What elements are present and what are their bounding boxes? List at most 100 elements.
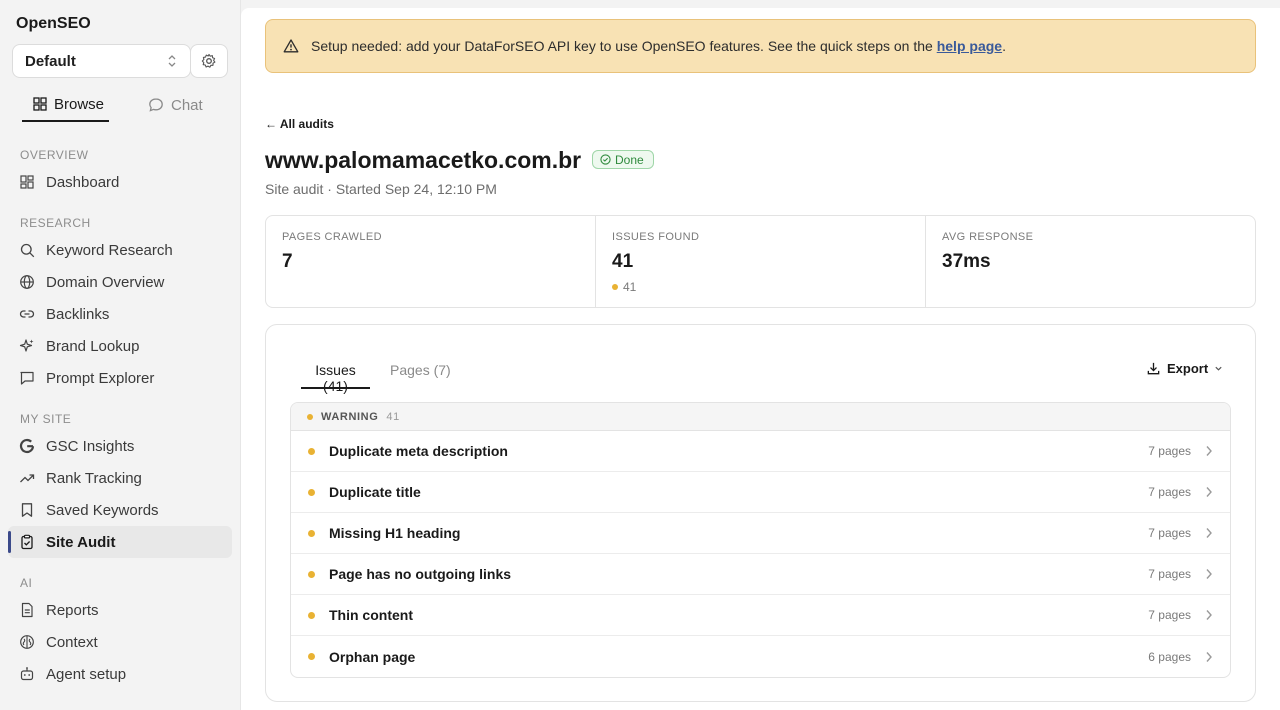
chat-bubble-icon (149, 98, 163, 112)
link-icon (19, 306, 35, 322)
chevron-right-icon (1206, 487, 1212, 497)
tab-browse-label: Browse (54, 95, 105, 113)
stat-value: 41 (612, 251, 634, 272)
sidebar-item-label: Dashboard (46, 173, 120, 191)
sidebar-item-label: Site Audit (46, 533, 116, 551)
sidebar-item-site-audit[interactable]: Site Audit (8, 526, 232, 558)
sidebar-item-rank-tracking[interactable]: Rank Tracking (8, 462, 232, 494)
sidebar-item-label: Backlinks (46, 305, 110, 323)
chevron-right-icon (1206, 610, 1212, 620)
main-content: Setup needed: add your DataForSEO API ke… (241, 8, 1280, 710)
status-badge: Done (592, 150, 654, 169)
tab-chat[interactable]: Chat (148, 88, 203, 122)
tab-chat-label: Chat (171, 96, 203, 114)
warning-count: 41 (623, 280, 637, 294)
sidebar-item-label: Domain Overview (46, 273, 165, 291)
bot-icon (19, 666, 35, 682)
grid-icon (33, 97, 47, 111)
issue-row[interactable]: Orphan page 6 pages (291, 636, 1230, 677)
back-to-all-audits-link[interactable]: ← All audits (265, 117, 334, 131)
issue-pages: 6 pages (1148, 649, 1191, 664)
warning-dot-icon (308, 447, 315, 455)
banner-text: Setup needed: add your DataForSEO API ke… (311, 38, 937, 54)
sidebar: OpenSEO Default Browse Chat OVERVIEW Das… (0, 0, 241, 710)
warning-dot-icon (308, 488, 315, 496)
issue-title: Missing H1 heading (329, 525, 461, 541)
export-label: Export (1167, 361, 1209, 376)
chevron-updown-icon (168, 55, 176, 67)
sidebar-item-backlinks[interactable]: Backlinks (8, 298, 232, 330)
download-icon (1147, 362, 1160, 375)
group-label: WARNING (321, 410, 379, 423)
sidebar-item-keyword-research[interactable]: Keyword Research (8, 234, 232, 266)
check-circle-icon (600, 154, 611, 165)
sidebar-item-agent-setup[interactable]: Agent setup (8, 658, 232, 690)
sidebar-item-domain-overview[interactable]: Domain Overview (8, 266, 232, 298)
stat-breakdown: 41 (612, 280, 909, 294)
section-overview: OVERVIEW (20, 148, 89, 162)
section-ai: AI (20, 576, 33, 590)
issue-row[interactable]: Missing H1 heading 7 pages (291, 513, 1230, 554)
issues-panel: Issues (41) Pages (7) Export WARNING 41 … (265, 324, 1256, 702)
brain-icon (19, 634, 35, 650)
sidebar-item-gsc-insights[interactable]: GSC Insights (8, 430, 232, 462)
stat-value: 7 (282, 251, 293, 272)
stat-label: AVG RESPONSE (942, 231, 1034, 243)
tab-issues[interactable]: Issues (41) (301, 361, 370, 394)
issue-group-header: WARNING 41 (291, 403, 1230, 431)
chevron-down-icon (1215, 366, 1222, 371)
issue-title: Thin content (329, 607, 413, 623)
warning-dot-icon (308, 611, 315, 619)
issue-pages: 7 pages (1148, 608, 1191, 622)
sidebar-item-context[interactable]: Context (8, 626, 232, 658)
sidebar-item-prompt-explorer[interactable]: Prompt Explorer (8, 362, 232, 394)
dashboard-icon (19, 174, 35, 190)
banner-suffix: . (1002, 38, 1006, 54)
sidebar-item-saved-keywords[interactable]: Saved Keywords (8, 494, 232, 526)
issue-title: Duplicate title (329, 484, 421, 500)
sparkles-icon (19, 338, 35, 354)
tab-browse[interactable]: Browse (22, 88, 109, 122)
sidebar-item-label: Prompt Explorer (46, 369, 155, 387)
export-button[interactable]: Export (1146, 361, 1223, 376)
project-select[interactable]: Default (12, 44, 191, 78)
issue-title: Orphan page (329, 648, 416, 665)
stat-issues-found: ISSUES FOUND 41 41 (596, 216, 926, 307)
globe-icon (19, 274, 35, 290)
message-square-icon (19, 370, 35, 386)
sidebar-item-dashboard[interactable]: Dashboard (8, 166, 232, 198)
group-count: 41 (386, 410, 400, 423)
warning-triangle-icon (283, 39, 299, 53)
stat-label: PAGES CRAWLED (282, 231, 382, 243)
sidebar-item-label: Rank Tracking (46, 469, 142, 487)
stat-avg-response: AVG RESPONSE 37ms (926, 216, 1255, 307)
section-my-site: MY SITE (20, 412, 72, 426)
page-title: www.palomamacetko.com.br (265, 147, 582, 173)
sidebar-item-reports[interactable]: Reports (8, 594, 232, 626)
file-text-icon (19, 602, 35, 618)
chevron-right-icon (1206, 528, 1212, 538)
sidebar-item-label: GSC Insights (46, 437, 135, 455)
issue-row[interactable]: Thin content 7 pages (291, 595, 1230, 636)
sidebar-tabs: Browse Chat (22, 88, 212, 122)
audit-subtitle: Site audit · Started Sep 24, 12:10 PM (265, 181, 497, 197)
sidebar-item-label: Keyword Research (46, 241, 173, 259)
tab-pages[interactable]: Pages (7) (390, 361, 451, 389)
issue-title: Page has no outgoing links (329, 566, 512, 582)
stat-value: 37ms (942, 251, 991, 272)
chevron-right-icon (1206, 569, 1212, 579)
help-page-link[interactable]: help page (937, 38, 1002, 54)
clipboard-check-icon (19, 534, 35, 550)
settings-button[interactable] (190, 44, 228, 78)
banner-message: Setup needed: add your DataForSEO API ke… (311, 38, 1006, 54)
issue-row[interactable]: Duplicate title 7 pages (291, 472, 1230, 513)
trending-up-icon (19, 470, 35, 486)
issue-row[interactable]: Page has no outgoing links 7 pages (291, 554, 1230, 595)
project-select-value: Default (25, 52, 76, 70)
issue-row[interactable]: Duplicate meta description 7 pages (291, 431, 1230, 472)
chevron-right-icon (1206, 446, 1212, 456)
sidebar-item-brand-lookup[interactable]: Brand Lookup (8, 330, 232, 362)
sidebar-item-label: Context (46, 633, 98, 651)
google-icon (19, 438, 35, 454)
gear-icon (201, 53, 216, 68)
